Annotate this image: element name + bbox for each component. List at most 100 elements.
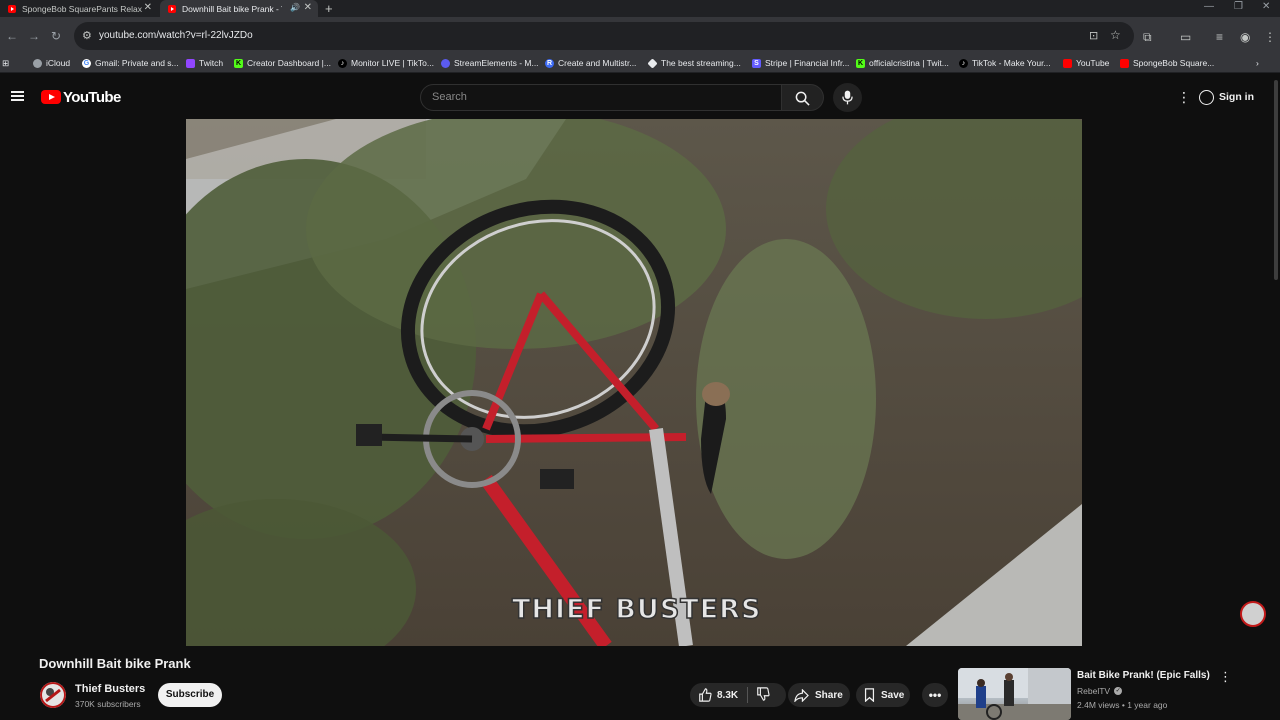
minimize-icon[interactable]: —	[1204, 1, 1214, 12]
speaker-icon[interactable]: 🔊	[290, 3, 300, 12]
more-horizontal-icon: •••	[928, 688, 942, 702]
bookmark-tiktok-monitor[interactable]: ♪ Monitor LIVE | TikTo...	[338, 58, 434, 68]
sign-in-button[interactable]: Sign in	[1199, 85, 1254, 109]
install-app-icon[interactable]: ⊡	[1089, 29, 1098, 42]
hamburger-menu-icon[interactable]	[11, 91, 24, 101]
close-icon[interactable]: ✕	[304, 2, 312, 13]
close-icon[interactable]: ✕	[144, 2, 152, 13]
channel-name[interactable]: Thief Busters	[75, 683, 145, 695]
more-actions-button[interactable]: •••	[922, 683, 948, 707]
youtube-icon	[1120, 58, 1129, 68]
bookmark-kick-officialcristina[interactable]: Kofficialcristina | Twit...	[856, 58, 949, 68]
extensions-icon[interactable]: ⧉	[1143, 30, 1152, 45]
bookmark-restream[interactable]: R Create and Multistr...	[545, 58, 636, 68]
share-arrow-icon	[794, 688, 809, 702]
bookmarks-bar: ⊞ iCloud G Gmail: Private and s... Twitch…	[0, 55, 1280, 73]
restream-icon: R	[545, 58, 554, 68]
new-tab-icon[interactable]: +	[325, 1, 333, 16]
channel-branding-icon[interactable]	[1240, 601, 1266, 627]
account-icon	[1199, 89, 1214, 105]
search-button[interactable]	[782, 84, 824, 111]
voice-search-button[interactable]	[833, 83, 862, 112]
side-panel-icon[interactable]: ▭	[1180, 30, 1191, 44]
bookmark-streamelements[interactable]: StreamElements - M...	[441, 58, 539, 68]
settings-kebab-icon[interactable]: ⋮	[1177, 89, 1191, 106]
bookmark-icloud[interactable]: iCloud	[33, 58, 70, 68]
page-scrollbar[interactable]	[1274, 80, 1278, 280]
media-control-icon[interactable]: ≡	[1216, 30, 1223, 44]
youtube-icon	[1063, 58, 1072, 68]
recommended-title[interactable]: Bait Bike Prank! (Epic Falls)	[1077, 670, 1210, 681]
subscribe-button[interactable]: Subscribe	[158, 683, 222, 707]
bookmark-youtube[interactable]: YouTube	[1063, 58, 1109, 68]
channel-avatar[interactable]	[40, 682, 66, 708]
like-count: 8.3K	[717, 689, 739, 701]
apple-icon	[33, 58, 42, 68]
site-info-icon[interactable]: ⚙	[82, 29, 92, 42]
share-label: Share	[815, 689, 843, 701]
thief-busters-logo-icon	[40, 682, 66, 708]
dislike-button[interactable]	[756, 686, 770, 704]
browser-tab-active[interactable]: Downhill Bait bike Prank - Y 🔊 ✕	[160, 0, 318, 17]
video-watermark: THIEF BUSTERS	[511, 593, 762, 626]
save-label: Save	[881, 689, 905, 701]
bookmark-stripe[interactable]: S Stripe | Financial Infr...	[752, 58, 849, 68]
video-player[interactable]: THIEF BUSTERS	[186, 119, 1082, 646]
browser-toolbar: ← → ↻ ⚙ youtube.com/watch?v=rl-22lvJZDo …	[0, 17, 1280, 55]
twitch-icon	[186, 58, 195, 68]
recommended-thumbnail[interactable]	[958, 668, 1071, 720]
stripe-icon: S	[752, 58, 761, 68]
reload-icon[interactable]: ↻	[51, 29, 61, 43]
kick-icon: K	[856, 58, 865, 68]
like-dislike-group: 8.3K	[690, 683, 786, 707]
thumbnail-image	[958, 668, 1071, 720]
tiktok-icon: ♪	[959, 58, 968, 68]
bookmark-spongebob[interactable]: SpongeBob Square...	[1120, 58, 1214, 68]
youtube-masthead: YouTube Search ⋮ Sign in	[0, 73, 1280, 119]
search-input[interactable]: Search	[420, 84, 782, 111]
tab-title: SpongeBob SquarePants Relax	[22, 3, 143, 14]
video-frame	[186, 119, 1082, 646]
bookmark-gmail[interactable]: G Gmail: Private and s...	[82, 58, 179, 68]
sign-in-label: Sign in	[1219, 91, 1254, 103]
subscriber-count: 370K subscribers	[75, 699, 141, 709]
bookmark-streamlabs[interactable]: The best streaming...	[647, 57, 741, 69]
kick-icon: K	[234, 58, 243, 68]
like-button[interactable]: 8.3K	[690, 688, 738, 702]
tab-title: Downhill Bait bike Prank - Y	[182, 3, 282, 14]
profile-icon[interactable]: ◉	[1240, 30, 1250, 44]
back-icon[interactable]: ←	[6, 29, 18, 43]
address-bar[interactable]: ⚙ youtube.com/watch?v=rl-22lvJZDo ⊡ ☆	[74, 22, 1134, 50]
share-button[interactable]: Share	[788, 683, 850, 707]
bookmark-twitch[interactable]: Twitch	[186, 58, 223, 68]
recommended-meta: 2.4M views • 1 year ago	[1077, 700, 1168, 710]
search-icon	[795, 91, 810, 106]
microphone-icon	[842, 90, 853, 105]
restore-icon[interactable]: ❐	[1234, 1, 1243, 12]
thumbs-up-icon	[699, 688, 712, 702]
chevron-right-icon[interactable]: ›	[1256, 58, 1259, 68]
youtube-logo-icon[interactable]	[41, 90, 61, 104]
apps-icon[interactable]: ⊞	[2, 58, 9, 69]
save-button[interactable]: Save	[856, 683, 910, 707]
recommended-kebab-icon[interactable]: ⋮	[1219, 669, 1232, 685]
youtube-logo-text[interactable]: YouTube	[63, 89, 121, 106]
bookmark-star-icon[interactable]: ☆	[1110, 28, 1121, 42]
thumbs-down-icon	[757, 686, 770, 701]
close-window-icon[interactable]: ✕	[1262, 1, 1270, 12]
forward-icon[interactable]: →	[28, 29, 40, 43]
menu-icon[interactable]: ⋮	[1264, 30, 1276, 44]
url-text[interactable]: youtube.com/watch?v=rl-22lvJZDo	[99, 30, 253, 41]
tiktok-icon: ♪	[338, 58, 347, 68]
like-divider	[747, 687, 749, 703]
youtube-icon	[8, 4, 16, 13]
bookmark-tiktok[interactable]: ♪ TikTok - Make Your...	[959, 58, 1051, 68]
bookmark-kick-dashboard[interactable]: K Creator Dashboard |...	[234, 58, 331, 68]
browser-tab[interactable]: SpongeBob SquarePants Relax ✕	[0, 0, 158, 17]
streamelements-icon	[441, 58, 450, 68]
save-bookmark-icon	[864, 688, 875, 702]
youtube-icon	[168, 4, 176, 13]
verified-check-icon: ✓	[1114, 687, 1123, 695]
recommended-channel[interactable]: RebelTV ✓	[1077, 686, 1123, 696]
search-placeholder: Search	[432, 91, 467, 103]
